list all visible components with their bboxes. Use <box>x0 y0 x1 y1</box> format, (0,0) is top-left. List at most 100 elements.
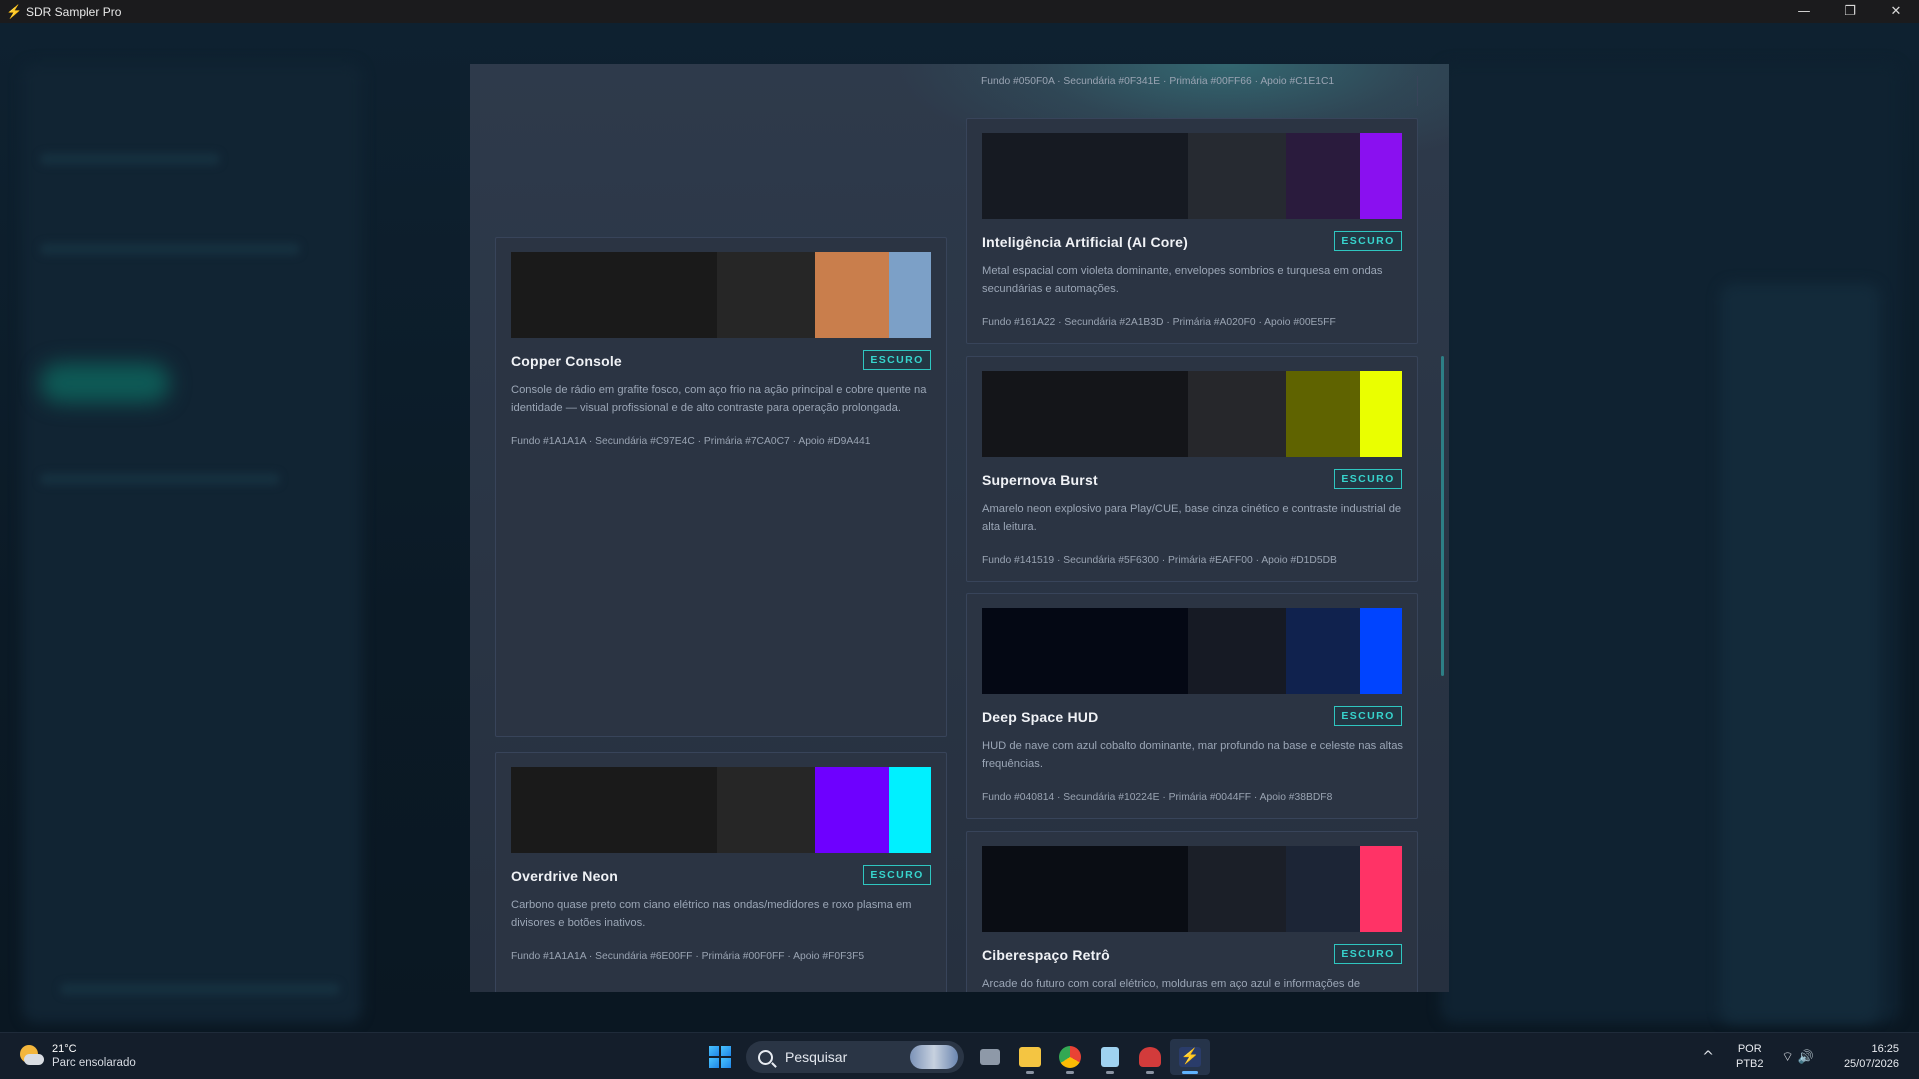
swatch-support <box>1360 371 1402 457</box>
show-hidden-icons-button[interactable]: ^ <box>1702 1049 1714 1065</box>
notepad-icon <box>1101 1047 1119 1067</box>
swatch-support <box>1360 608 1402 694</box>
swatch-secondary <box>1188 371 1286 457</box>
theme-card-ai-core[interactable]: Inteligência Artificial (AI Core) ESCURO… <box>966 118 1418 344</box>
background-line <box>40 473 280 485</box>
theme-name: Inteligência Artificial (AI Core) <box>982 234 1189 250</box>
theme-color-codes: Fundo #1A1A1A · Secundária #C97E4C · Pri… <box>511 436 871 447</box>
theme-gallery-modal: Fundo #050F0A · Secundária #0F341E · Pri… <box>470 64 1449 992</box>
taskbar-search[interactable]: Pesquisar <box>746 1041 964 1073</box>
swatch-secondary <box>1188 608 1286 694</box>
weather-description: Parc ensolarado <box>52 1057 136 1069</box>
swatch-secondary <box>717 252 815 338</box>
swatch-support <box>1360 846 1402 932</box>
swatch-background <box>982 371 1188 457</box>
theme-description: Arcade do futuro com coral elétrico, mol… <box>982 978 1361 990</box>
theme-name: Ciberespaço Retrô <box>982 947 1110 963</box>
weather-temperature: 21°C <box>52 1043 77 1055</box>
language-code: POR <box>1737 1042 1762 1055</box>
modal-scrollbar-thumb[interactable] <box>1441 356 1444 676</box>
background-line <box>60 983 340 995</box>
maximize-button[interactable]: ❐ <box>1827 0 1873 23</box>
app-logo-icon: ⚡ <box>6 3 23 19</box>
theme-description: HUD de nave com azul cobalto dominante, … <box>982 740 1404 770</box>
close-button[interactable]: ✕ <box>1873 0 1919 23</box>
start-button[interactable] <box>700 1039 740 1075</box>
background-right-subpanel <box>1720 283 1880 1023</box>
theme-description: Carbono quase preto com ciano elétrico n… <box>511 899 912 929</box>
sdr-sampler-button[interactable]: ⚡ <box>1170 1039 1210 1075</box>
running-indicator <box>1026 1071 1034 1074</box>
swatch-secondary <box>1188 846 1286 932</box>
search-highlight-image <box>910 1045 958 1069</box>
running-indicator <box>1146 1071 1154 1074</box>
swatch-background <box>982 133 1188 219</box>
theme-mode-badge: ESCURO <box>863 350 931 370</box>
color-swatch-strip <box>511 252 931 338</box>
running-indicator <box>1066 1071 1074 1074</box>
chrome-button[interactable] <box>1050 1039 1090 1075</box>
theme-card-overdrive-neon[interactable]: Overdrive Neon ESCURO Carbono quase pret… <box>495 752 947 992</box>
network-volume-icons[interactable]: ⌔🔊 <box>1782 1049 1818 1065</box>
taskbar-apps: Pesquisar ⚡ <box>700 1039 1210 1075</box>
theme-card-deep-space-hud[interactable]: Deep Space HUD ESCURO HUD de nave com az… <box>966 593 1418 819</box>
clock[interactable]: 16:25 25/07/2026 <box>1844 1042 1899 1072</box>
theme-description: Console de rádio em grafite fosco, com a… <box>511 384 927 414</box>
theme-name: Deep Space HUD <box>982 709 1099 725</box>
color-swatch-strip <box>982 846 1402 932</box>
clock-time: 16:25 <box>1871 1042 1899 1055</box>
swatch-background <box>511 252 717 338</box>
theme-mode-badge: ESCURO <box>1334 469 1402 489</box>
notepad-button[interactable] <box>1090 1039 1130 1075</box>
swatch-background <box>511 767 717 853</box>
background-line <box>40 153 220 165</box>
background-sidebar <box>22 63 362 1023</box>
theme-color-codes: Fundo #040814 · Secundária #10224E · Pri… <box>982 792 1333 803</box>
file-explorer-button[interactable] <box>1010 1039 1050 1075</box>
swatch-primary <box>1286 371 1360 457</box>
theme-color-codes: Fundo #141519 · Secundária #5F6300 · Pri… <box>982 555 1337 566</box>
keyboard-layout: PTB2 <box>1736 1057 1764 1070</box>
input-language[interactable]: POR PTB2 <box>1736 1042 1764 1072</box>
window-controls: — ❐ ✕ <box>1781 0 1919 23</box>
active-indicator <box>1182 1071 1198 1074</box>
window-titlebar: ⚡ SDR Sampler Pro — ❐ ✕ <box>0 0 1919 23</box>
swatch-primary <box>815 767 889 853</box>
swatch-primary <box>1286 846 1360 932</box>
swatch-primary <box>1286 133 1360 219</box>
minimize-button[interactable]: — <box>1781 0 1827 23</box>
theme-card-ciberespaco-retro[interactable]: Ciberespaço Retrô ESCURO Arcade do futur… <box>966 831 1418 992</box>
partly-sunny-icon <box>18 1043 44 1069</box>
color-swatch-strip <box>982 133 1402 219</box>
color-swatch-strip <box>982 608 1402 694</box>
theme-color-codes: Fundo #161A22 · Secundária #2A1B3D · Pri… <box>982 317 1336 328</box>
theme-mode-badge: ESCURO <box>1334 944 1402 964</box>
folder-icon <box>1019 1047 1041 1067</box>
task-view-icon <box>980 1049 1000 1065</box>
previous-card-color-codes: Fundo #050F0A · Secundária #0F341E · Pri… <box>966 76 1418 106</box>
swatch-secondary <box>1188 133 1286 219</box>
theme-name: Copper Console <box>511 353 622 369</box>
task-view-button[interactable] <box>970 1039 1010 1075</box>
search-placeholder: Pesquisar <box>785 1049 848 1065</box>
theme-mode-badge: ESCURO <box>1334 231 1402 251</box>
theme-card-copper-console[interactable]: Copper Console ESCURO Console de rádio e… <box>495 237 947 737</box>
theme-card-supernova-burst[interactable]: Supernova Burst ESCURO Amarelo neon expl… <box>966 356 1418 582</box>
swatch-support <box>889 252 931 338</box>
theme-mode-badge: ESCURO <box>1334 706 1402 726</box>
color-swatch-strip <box>982 371 1402 457</box>
theme-name: Overdrive Neon <box>511 868 619 884</box>
search-icon <box>758 1049 773 1065</box>
running-indicator <box>1106 1071 1114 1074</box>
window-title: SDR Sampler Pro <box>26 4 122 19</box>
theme-mode-badge: ESCURO <box>863 865 931 885</box>
weather-widget[interactable]: 21°C Parc ensolarado <box>18 1043 136 1069</box>
color-swatch-strip <box>511 767 931 853</box>
swatch-support <box>1360 133 1402 219</box>
chrome-icon <box>1059 1046 1081 1068</box>
theme-description: Metal espacial com violeta dominante, en… <box>982 265 1383 295</box>
app-red-button[interactable] <box>1130 1039 1170 1075</box>
system-tray: ^ POR PTB2 ⌔🔊 16:25 25/07/2026 <box>1702 1033 1919 1079</box>
swatch-primary <box>815 252 889 338</box>
windows-taskbar: 21°C Parc ensolarado Pesquisar ⚡ ^ POR P… <box>0 1032 1919 1079</box>
